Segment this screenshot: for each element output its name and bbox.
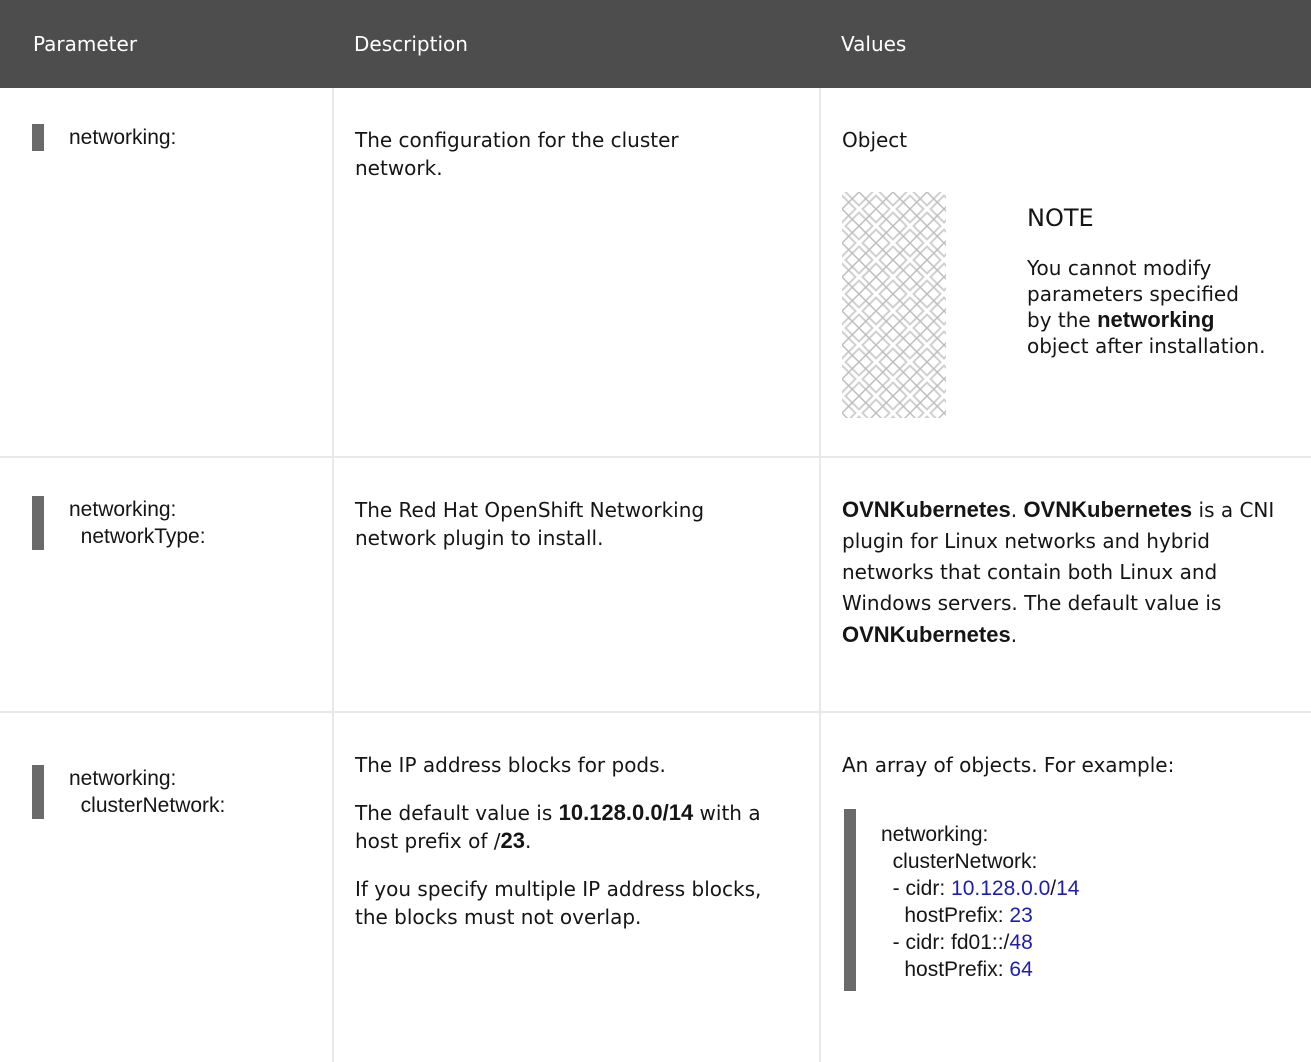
- code-line: hostPrefix: 23: [881, 902, 1291, 929]
- value-end: .: [1010, 623, 1018, 647]
- param-cell: networking:: [0, 88, 334, 458]
- desc-bold: 23: [500, 828, 525, 853]
- description-text: The default value is 10.128.0.0/14 with …: [355, 799, 785, 855]
- description-text: The configuration for the cluster networ…: [355, 128, 679, 180]
- code-key: hostPrefix:: [881, 904, 1010, 927]
- description-text: The Red Hat OpenShift Networking network…: [355, 498, 705, 550]
- note-text-after: object after installation.: [1027, 334, 1266, 358]
- header-description: Description: [333, 0, 820, 88]
- value-bold: OVNKubernetes: [842, 497, 1011, 522]
- code-value: 64: [1009, 958, 1033, 981]
- example-code-block: networking: clusterNetwork: - cidr: 10.1…: [844, 809, 1291, 991]
- code-key: - cidr: fd01::/: [881, 931, 1010, 954]
- description-cell: The configuration for the cluster networ…: [333, 88, 821, 458]
- code-line: hostPrefix: 64: [881, 956, 1291, 983]
- table-row: networking: clusterNetwork: The IP addre…: [0, 712, 1311, 1062]
- value-text: Object: [842, 128, 908, 152]
- table-header-row: Parameter Description Values: [0, 0, 1311, 88]
- value-text: An array of objects. For example:: [842, 753, 1175, 777]
- parameters-table: Parameter Description Values networking:…: [0, 0, 1311, 1062]
- param-cell: networking: clusterNetwork:: [0, 712, 334, 1062]
- code-value: 48: [1009, 931, 1033, 954]
- param-line: networking:: [69, 767, 177, 790]
- note-pattern-icon: [842, 192, 946, 418]
- param-code-block: networking: clusterNetwork:: [32, 765, 332, 819]
- description-cell: The IP address blocks for pods. The defa…: [333, 712, 821, 1062]
- header-parameter: Parameter: [0, 0, 333, 88]
- header-values: Values: [820, 0, 1311, 88]
- desc-bold: 10.128.0.0/14: [558, 800, 694, 825]
- param-code-block: networking:: [32, 124, 332, 151]
- code-value: 14: [1056, 877, 1080, 900]
- value-cell: OVNKubernetes. OVNKubernetes is a CNI pl…: [820, 457, 1311, 713]
- param-line: networking:: [69, 498, 177, 521]
- param-code-block: networking: networkType:: [32, 496, 332, 550]
- code-line: networking:: [881, 823, 989, 846]
- table-row: networking: The configuration for the cl…: [0, 88, 1311, 458]
- note-body: NOTE You cannot modify parameters specif…: [1027, 192, 1267, 418]
- param-line: clusterNetwork:: [69, 794, 226, 817]
- table-row: networking: networkType: The Red Hat Ope…: [0, 457, 1311, 713]
- value-text: OVNKubernetes. OVNKubernetes is a CNI pl…: [842, 494, 1291, 651]
- note-text-bold: networking: [1097, 307, 1215, 332]
- value-cell: Object NOTE You cannot modify parameters…: [820, 88, 1311, 458]
- note-admonition: NOTE You cannot modify parameters specif…: [842, 192, 1291, 418]
- description-text: If you specify multiple IP address block…: [355, 877, 762, 929]
- value-bold: OVNKubernetes: [842, 622, 1011, 647]
- note-text: You cannot modify parameters specified b…: [1027, 255, 1267, 359]
- code-key: hostPrefix:: [881, 958, 1010, 981]
- code-value: 23: [1009, 904, 1033, 927]
- note-title: NOTE: [1027, 204, 1094, 232]
- code-line: - cidr: fd01::/48: [881, 929, 1291, 956]
- value-sep: .: [1010, 498, 1024, 522]
- description-cell: The Red Hat OpenShift Networking network…: [333, 457, 821, 713]
- code-line: clusterNetwork:: [881, 850, 1038, 873]
- code-line: - cidr: 10.128.0.0/14: [881, 875, 1291, 902]
- code-key: - cidr:: [881, 877, 952, 900]
- description-text: The IP address blocks for pods.: [355, 753, 666, 777]
- value-cell: An array of objects. For example: networ…: [820, 712, 1311, 1062]
- param-cell: networking: networkType:: [0, 457, 334, 713]
- param-line: networking:: [69, 126, 177, 149]
- desc-run: The default value is: [355, 801, 559, 825]
- param-line: networkType:: [69, 525, 206, 548]
- desc-run: .: [524, 829, 532, 853]
- value-bold: OVNKubernetes: [1023, 497, 1193, 522]
- code-value: 10.128.0.0: [951, 877, 1051, 900]
